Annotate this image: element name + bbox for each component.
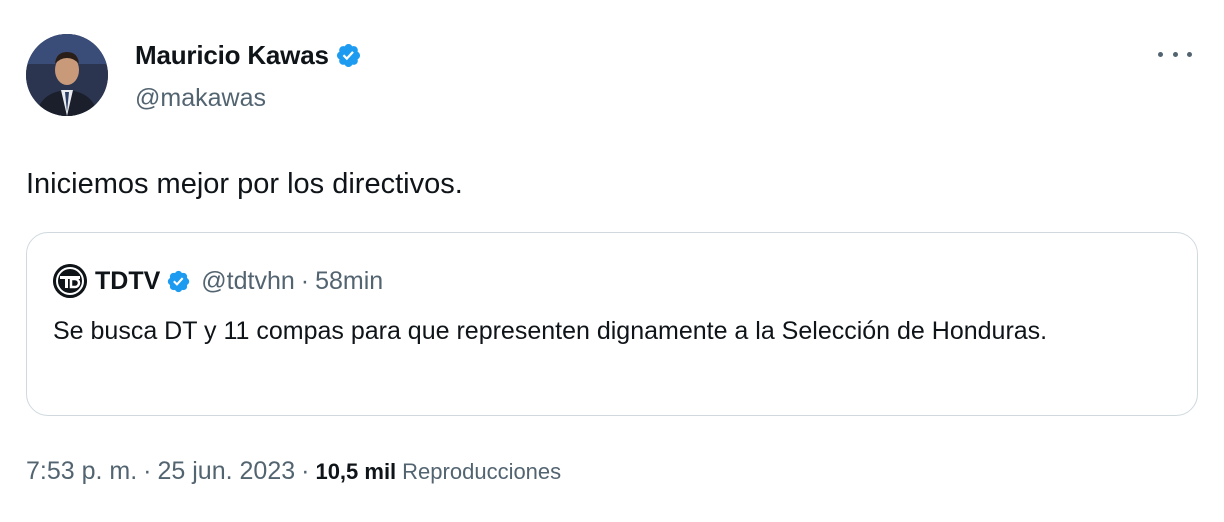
tweet-time[interactable]: 7:53 p. m. (26, 457, 137, 486)
author-handle[interactable]: @makawas (135, 84, 266, 113)
verified-badge-icon (168, 270, 190, 292)
tweet-text: Iniciemos mejor por los directivos. (26, 168, 463, 200)
separator-dot: · (143, 457, 152, 485)
tdtv-logo-icon (53, 264, 87, 298)
views-count: 10,5 mil (315, 459, 397, 484)
dot (1158, 51, 1163, 57)
author-avatar[interactable] (26, 34, 108, 116)
separator-dot: · (300, 266, 310, 295)
dot (1172, 51, 1178, 57)
separator-dot: · (301, 457, 310, 485)
verified-badge-icon (336, 43, 360, 68)
author-name[interactable]: Mauricio Kawas (135, 40, 329, 71)
quoted-time: 58min (315, 266, 384, 295)
quoted-header: TDTV @tdtvhn · 58min (53, 263, 383, 299)
quoted-author-handle: @tdtvhn (201, 266, 295, 295)
views-label: Reproducciones (402, 459, 562, 484)
tweet-date[interactable]: 25 jun. 2023 (158, 457, 296, 486)
author-name-row: Mauricio Kawas (135, 40, 362, 71)
quoted-author-name: TDTV (95, 266, 161, 295)
quoted-tweet[interactable]: TDTV @tdtvhn · 58min Se busca DT y 11 co… (26, 232, 1198, 416)
more-options-icon[interactable] (1158, 44, 1192, 64)
dot (1187, 51, 1192, 57)
quoted-text: Se busca DT y 11 compas para que represe… (53, 317, 1048, 345)
tweet-meta: 7:53 p. m. · 25 jun. 2023 · 10,5 mil Rep… (26, 457, 561, 486)
